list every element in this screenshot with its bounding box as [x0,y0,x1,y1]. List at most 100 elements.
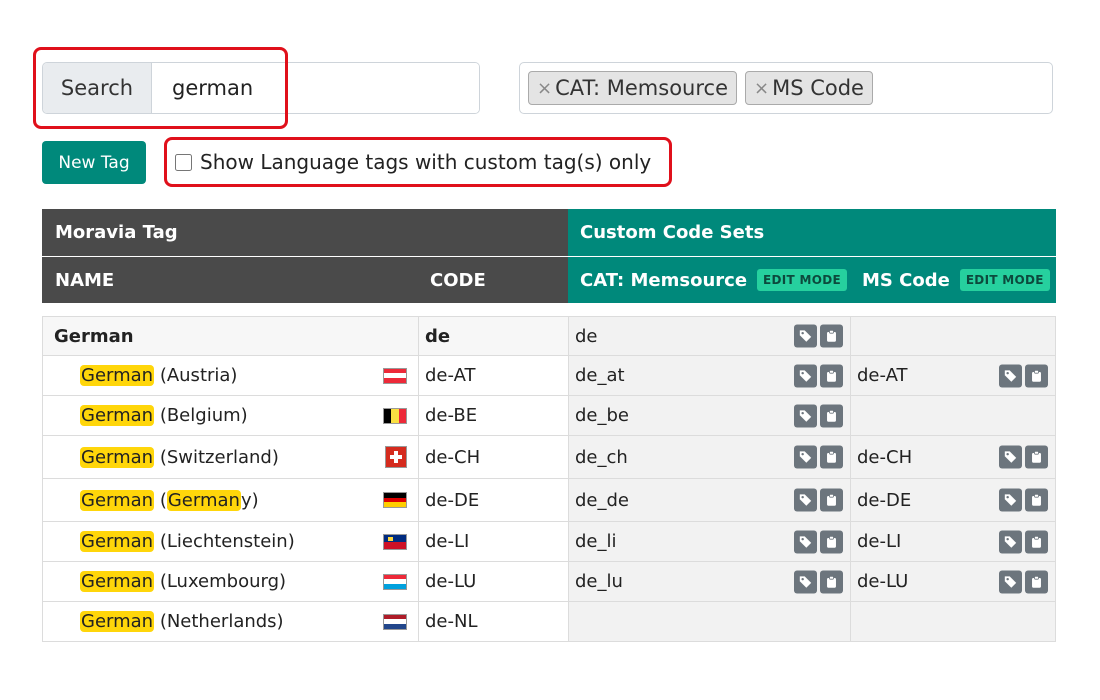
ms-code-cell[interactable] [850,602,1056,641]
cell-actions [999,445,1048,469]
table-row: German de de [42,316,1056,356]
tag-icon[interactable] [999,530,1022,553]
name-cell: German (Austria) [42,356,418,395]
language-name: German [54,325,134,347]
code-cell: de-LI [418,522,568,561]
cell-actions [794,488,843,512]
ms-code-cell[interactable]: de-AT [850,356,1056,395]
ms-code-cell[interactable]: de-LU [850,562,1056,601]
ms-code-value: de-AT [857,365,908,386]
search-match-highlight: German [166,489,241,511]
tag-icon[interactable] [794,364,817,387]
search-match-highlight: German [80,531,155,552]
clipboard-icon[interactable] [820,364,843,387]
language-code: de-NL [425,611,478,632]
cat-code-value: de_lu [575,571,623,592]
tag-icon[interactable] [999,488,1022,512]
ms-code-cell[interactable]: de-LI [850,522,1056,561]
clipboard-icon[interactable] [1025,488,1048,512]
clipboard-icon[interactable] [820,404,843,427]
clipboard-icon[interactable] [820,488,843,512]
cell-actions [999,530,1048,553]
name-cell: German (Belgium) [42,396,418,435]
table-row: German (Austria) de-AT de_at de-AT [42,356,1056,396]
table-row: German (German y) de-DE de_de de-DE [42,479,1056,522]
language-region: (Liechtenstein) [154,531,295,552]
cat-memsource-cell[interactable]: de_be [568,396,850,435]
clipboard-icon[interactable] [820,445,843,469]
clipboard-icon[interactable] [1025,364,1048,387]
cat-memsource-cell[interactable] [568,602,850,641]
clipboard-icon[interactable] [1025,445,1048,469]
name-cell: German (Netherlands) [42,602,418,641]
tag-icon[interactable] [999,445,1022,469]
tag-icon[interactable] [794,445,817,469]
cell-actions [794,364,843,387]
language-region: (Luxembourg) [154,571,287,592]
ms-code-cell[interactable]: de-DE [850,479,1056,521]
cat-code-value: de_ch [575,446,628,468]
cell-actions [794,570,843,593]
cat-code-value: de_be [575,405,629,426]
tag-icon[interactable] [999,570,1022,593]
code-set-multiselect[interactable]: × CAT: Memsource × MS Code [519,62,1053,114]
tag-icon[interactable] [999,364,1022,387]
ms-edit-mode-button[interactable]: EDIT MODE [959,269,1050,291]
tag-icon[interactable] [794,530,817,553]
ms-code-cell[interactable]: de-CH [850,436,1056,478]
ms-code-column-header: MS Code EDIT MODE [850,257,1056,303]
ms-code-cell[interactable] [850,396,1056,435]
language-region: (Austria) [154,365,238,386]
cell-actions [999,488,1048,512]
cat-memsource-cell[interactable]: de_lu [568,562,850,601]
name-cell: German (Liechtenstein) [42,522,418,561]
table-row: German (Luxembourg) de-LU de_lu de-LU [42,562,1056,602]
cat-memsource-cell[interactable]: de_li [568,522,850,561]
flag-luxembourg-icon [383,573,407,590]
chip-label: CAT: Memsource [555,76,728,100]
language-code: de-BE [425,405,478,426]
search-match-highlight: German [80,405,155,426]
cat-memsource-cell[interactable]: de_at [568,356,850,395]
ms-code-value: de-LI [857,531,902,552]
clipboard-icon[interactable] [1025,570,1048,593]
new-tag-button[interactable]: New Tag [42,141,146,184]
ms-code-cell[interactable] [850,317,1056,355]
cat-code-value: de [575,325,598,347]
tag-icon[interactable] [794,570,817,593]
cat-edit-mode-button[interactable]: EDIT MODE [757,269,848,291]
cat-memsource-cell[interactable]: de [568,317,850,355]
search-match-highlight: German [80,571,155,592]
cat-code-value: de_li [575,531,617,552]
ms-code-value: de-CH [857,446,913,468]
tag-icon[interactable] [794,324,817,348]
clipboard-icon[interactable] [820,530,843,553]
remove-chip-icon[interactable]: × [537,78,552,99]
code-cell: de [418,317,568,355]
flag-austria-icon [383,367,407,384]
clipboard-icon[interactable] [820,570,843,593]
cell-actions [794,324,843,348]
ms-code-header-label: MS Code [862,269,950,291]
ms-code-value: de-LU [857,571,909,592]
ms-code-value: de-DE [857,489,912,511]
selected-tag-chip: × MS Code [745,71,873,105]
cat-memsource-cell[interactable]: de_de [568,479,850,521]
cat-memsource-cell[interactable]: de_ch [568,436,850,478]
cell-actions [999,364,1048,387]
clipboard-icon[interactable] [820,324,843,348]
search-match-highlight: German [80,446,155,468]
flag-germany-icon [383,492,407,508]
tag-icon[interactable] [794,488,817,512]
flag-switzerland-icon [385,446,407,468]
clipboard-icon[interactable] [1025,530,1048,553]
language-code: de-AT [425,365,476,386]
cell-actions [794,404,843,427]
cell-actions [794,530,843,553]
name-cell: German (Switzerland) [42,436,418,478]
table-row: German (Liechtenstein) de-LI de_li de-LI [42,522,1056,562]
remove-chip-icon[interactable]: × [754,78,769,99]
tag-icon[interactable] [794,404,817,427]
language-region: y) [240,489,259,511]
annotation-search-highlight [33,47,288,129]
